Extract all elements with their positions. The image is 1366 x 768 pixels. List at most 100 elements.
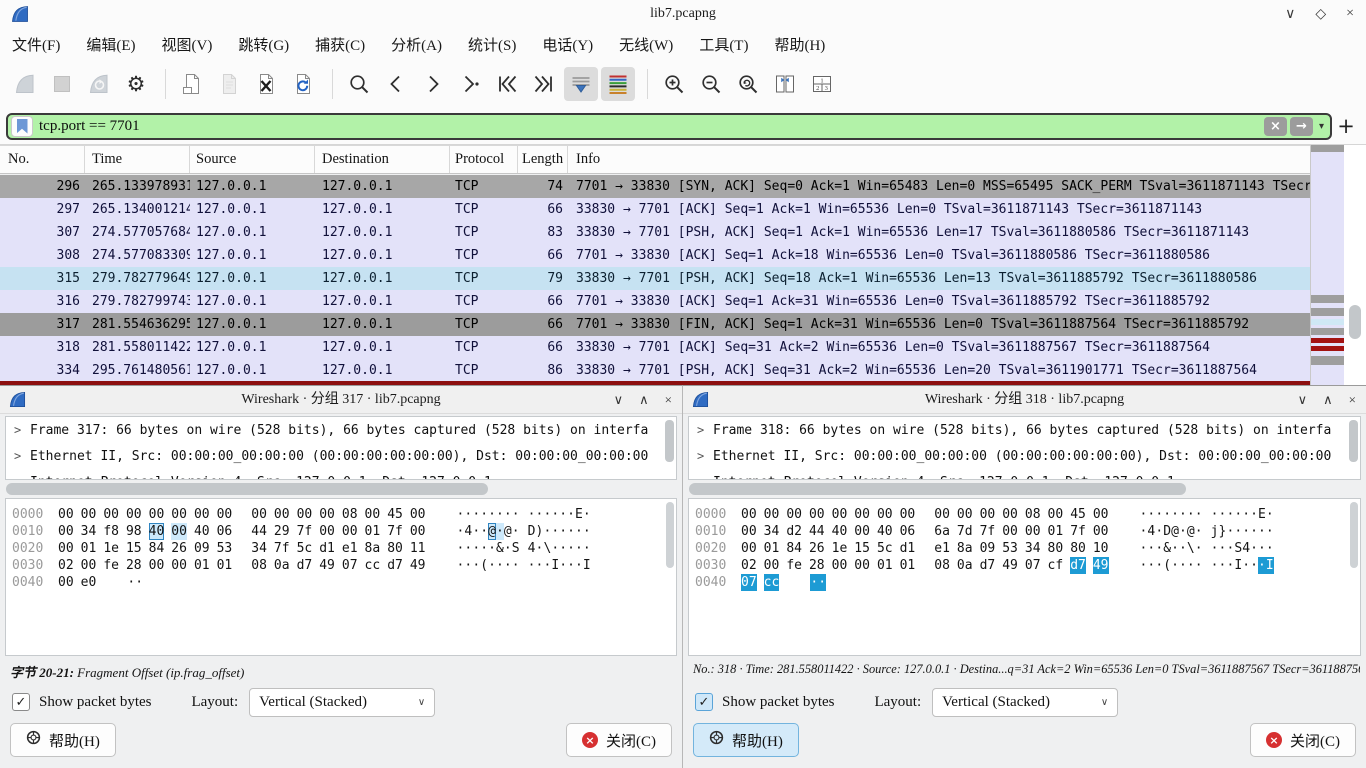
open-file-button[interactable] — [175, 67, 209, 101]
packet-list-scrollbar[interactable] — [1344, 145, 1366, 385]
filter-bookmark-button[interactable] — [11, 116, 33, 137]
hex-row[interactable]: 000000000000000000000000000008004500····… — [12, 506, 676, 523]
hex-scrollbar[interactable] — [666, 502, 674, 568]
dialog-close-button[interactable]: × — [665, 392, 672, 408]
expander-icon[interactable]: > — [14, 475, 30, 480]
layout-select[interactable]: Vertical (Stacked) ∨ — [932, 688, 1118, 717]
tree-row[interactable]: >Frame 318: 66 bytes on wire (528 bits),… — [689, 417, 1360, 443]
packet-row-297[interactable]: 297265.134001214127.0.0.1127.0.0.1TCP663… — [0, 198, 1310, 221]
capture-options-button[interactable]: ⚙ — [119, 67, 153, 101]
layout-select[interactable]: Vertical (Stacked) ∨ — [249, 688, 435, 717]
hex-row[interactable]: 00300200fe2800000101080ad74907ccd749···(… — [12, 557, 676, 574]
menu-item-9[interactable]: 工具(T) — [699, 34, 748, 55]
packet-row-296[interactable]: 296265.133978931127.0.0.1127.0.0.1TCP747… — [0, 175, 1310, 198]
tree-scrollbar[interactable] — [1349, 420, 1358, 462]
tree-row[interactable]: >Ethernet II, Src: 00:00:00_00:00:00 (00… — [6, 443, 676, 469]
zoom-reset-button[interactable] — [731, 67, 765, 101]
close-dialog-button[interactable]: × 关闭(C) — [566, 723, 672, 757]
menu-item-1[interactable]: 编辑(E) — [86, 34, 135, 55]
packet-row-307[interactable]: 307274.577057684127.0.0.1127.0.0.1TCP833… — [0, 221, 1310, 244]
packet-row-318[interactable]: 318281.558011422127.0.0.1127.0.0.1TCP663… — [0, 336, 1310, 359]
show-packet-bytes-checkbox[interactable]: ✓ — [12, 693, 30, 711]
menu-item-5[interactable]: 分析(A) — [391, 34, 442, 55]
stop-capture-button[interactable] — [45, 67, 79, 101]
tree-scrollbar[interactable] — [665, 420, 674, 462]
dialog-minimize-button[interactable]: ∨ — [614, 392, 624, 408]
column-no[interactable]: No. — [0, 146, 85, 173]
tree-row[interactable]: >Internet Protocol Version 4, Src: 127.0… — [689, 469, 1360, 480]
layout-pages-button[interactable]: 123 — [805, 67, 839, 101]
find-packet-button[interactable] — [342, 67, 376, 101]
close-dialog-button[interactable]: × 关闭(C) — [1250, 723, 1356, 757]
horizontal-scrollbar[interactable] — [6, 483, 676, 495]
column-info[interactable]: Info — [568, 146, 1310, 173]
help-button[interactable]: 帮助(H) — [693, 723, 799, 757]
column-destination[interactable]: Destination — [315, 146, 450, 173]
close-button[interactable]: × — [1346, 6, 1354, 22]
save-file-button[interactable] — [212, 67, 246, 101]
hex-row[interactable]: 0020000184261e155cd1e18a095334808010···&… — [695, 540, 1360, 557]
hex-row[interactable]: 00100034d244400040066a7d7f0000017f00·4·D… — [695, 523, 1360, 540]
expander-icon[interactable]: > — [697, 449, 713, 463]
display-filter-input[interactable]: tcp.port == 7701 × → ▾ — [6, 113, 1332, 140]
menu-item-0[interactable]: 文件(F) — [12, 34, 60, 55]
menu-item-10[interactable]: 帮助(H) — [774, 34, 825, 55]
packet-minimap[interactable] — [1310, 145, 1344, 385]
column-source[interactable]: Source — [190, 146, 315, 173]
expander-icon[interactable]: > — [14, 423, 30, 437]
last-packet-button[interactable] — [527, 67, 561, 101]
dialog-close-button[interactable]: × — [1349, 392, 1356, 408]
zoom-in-button[interactable] — [657, 67, 691, 101]
filter-clear-button[interactable]: × — [1264, 117, 1287, 136]
minimize-button[interactable]: ∨ — [1285, 6, 1295, 23]
menu-item-6[interactable]: 统计(S) — [468, 34, 516, 55]
hex-dump-pane[interactable]: 000000000000000000000000000008004500····… — [688, 498, 1361, 656]
hex-row[interactable]: 00300200fe2800000101080ad74907cfd749···(… — [695, 557, 1360, 574]
show-packet-bytes-checkbox[interactable]: ✓ — [695, 693, 713, 711]
filter-add-button[interactable]: + — [1332, 114, 1360, 138]
filter-apply-button[interactable]: → — [1290, 117, 1313, 136]
horizontal-scrollbar-handle[interactable] — [6, 483, 488, 495]
restart-capture-button[interactable] — [82, 67, 116, 101]
expander-icon[interactable]: > — [697, 423, 713, 437]
menu-item-8[interactable]: 无线(W) — [619, 34, 673, 55]
reload-file-button[interactable] — [286, 67, 320, 101]
menu-item-3[interactable]: 跳转(G) — [238, 34, 289, 55]
resize-columns-button[interactable] — [768, 67, 802, 101]
packet-detail-tree[interactable]: >Frame 317: 66 bytes on wire (528 bits),… — [5, 416, 677, 480]
column-length[interactable]: Length — [518, 146, 568, 173]
hex-row[interactable]: 000000000000000000000000000008004500····… — [695, 506, 1360, 523]
menu-item-2[interactable]: 视图(V) — [162, 34, 213, 55]
filter-text[interactable]: tcp.port == 7701 — [39, 118, 140, 135]
column-time[interactable]: Time — [85, 146, 190, 173]
expander-icon[interactable]: > — [697, 475, 713, 480]
packet-row-315[interactable]: 315279.782779649127.0.0.1127.0.0.1TCP793… — [0, 267, 1310, 290]
tree-row[interactable]: >Internet Protocol Version 4, Src: 127.0… — [6, 469, 676, 480]
maximize-button[interactable]: ◇ — [1315, 6, 1326, 23]
go-back-button[interactable] — [379, 67, 413, 101]
column-protocol[interactable]: Protocol — [450, 146, 518, 173]
help-button[interactable]: 帮助(H) — [10, 723, 116, 757]
horizontal-scrollbar[interactable] — [689, 483, 1360, 495]
packet-row-334[interactable]: 334295.761480561127.0.0.1127.0.0.1TCP863… — [0, 359, 1310, 382]
filter-dropdown-caret[interactable]: ▾ — [1319, 121, 1324, 132]
go-forward-button[interactable] — [416, 67, 450, 101]
packet-row-317[interactable]: 317281.554636295127.0.0.1127.0.0.1TCP667… — [0, 313, 1310, 336]
scrollbar-handle[interactable] — [1349, 305, 1361, 339]
tree-row[interactable]: >Ethernet II, Src: 00:00:00_00:00:00 (00… — [689, 443, 1360, 469]
packet-row-308[interactable]: 308274.577083309127.0.0.1127.0.0.1TCP667… — [0, 244, 1310, 267]
close-file-button[interactable] — [249, 67, 283, 101]
menu-item-4[interactable]: 捕获(C) — [315, 34, 365, 55]
hex-row[interactable]: 004007cc·· — [695, 574, 1360, 591]
tree-row[interactable]: >Frame 317: 66 bytes on wire (528 bits),… — [6, 417, 676, 443]
go-to-packet-button[interactable] — [453, 67, 487, 101]
start-capture-button[interactable] — [8, 67, 42, 101]
first-packet-button[interactable] — [490, 67, 524, 101]
dialog-maximize-button[interactable]: ∧ — [1323, 392, 1333, 408]
colorize-button[interactable] — [601, 67, 635, 101]
packet-row-316[interactable]: 316279.782799743127.0.0.1127.0.0.1TCP667… — [0, 290, 1310, 313]
menu-item-7[interactable]: 电话(Y) — [542, 34, 593, 55]
dialog-minimize-button[interactable]: ∨ — [1298, 392, 1308, 408]
hex-row[interactable]: 002000011e1584260953347f5cd1e18a8011····… — [12, 540, 676, 557]
hex-row[interactable]: 00100034f8984000400644297f0000017f00·4··… — [12, 523, 676, 540]
